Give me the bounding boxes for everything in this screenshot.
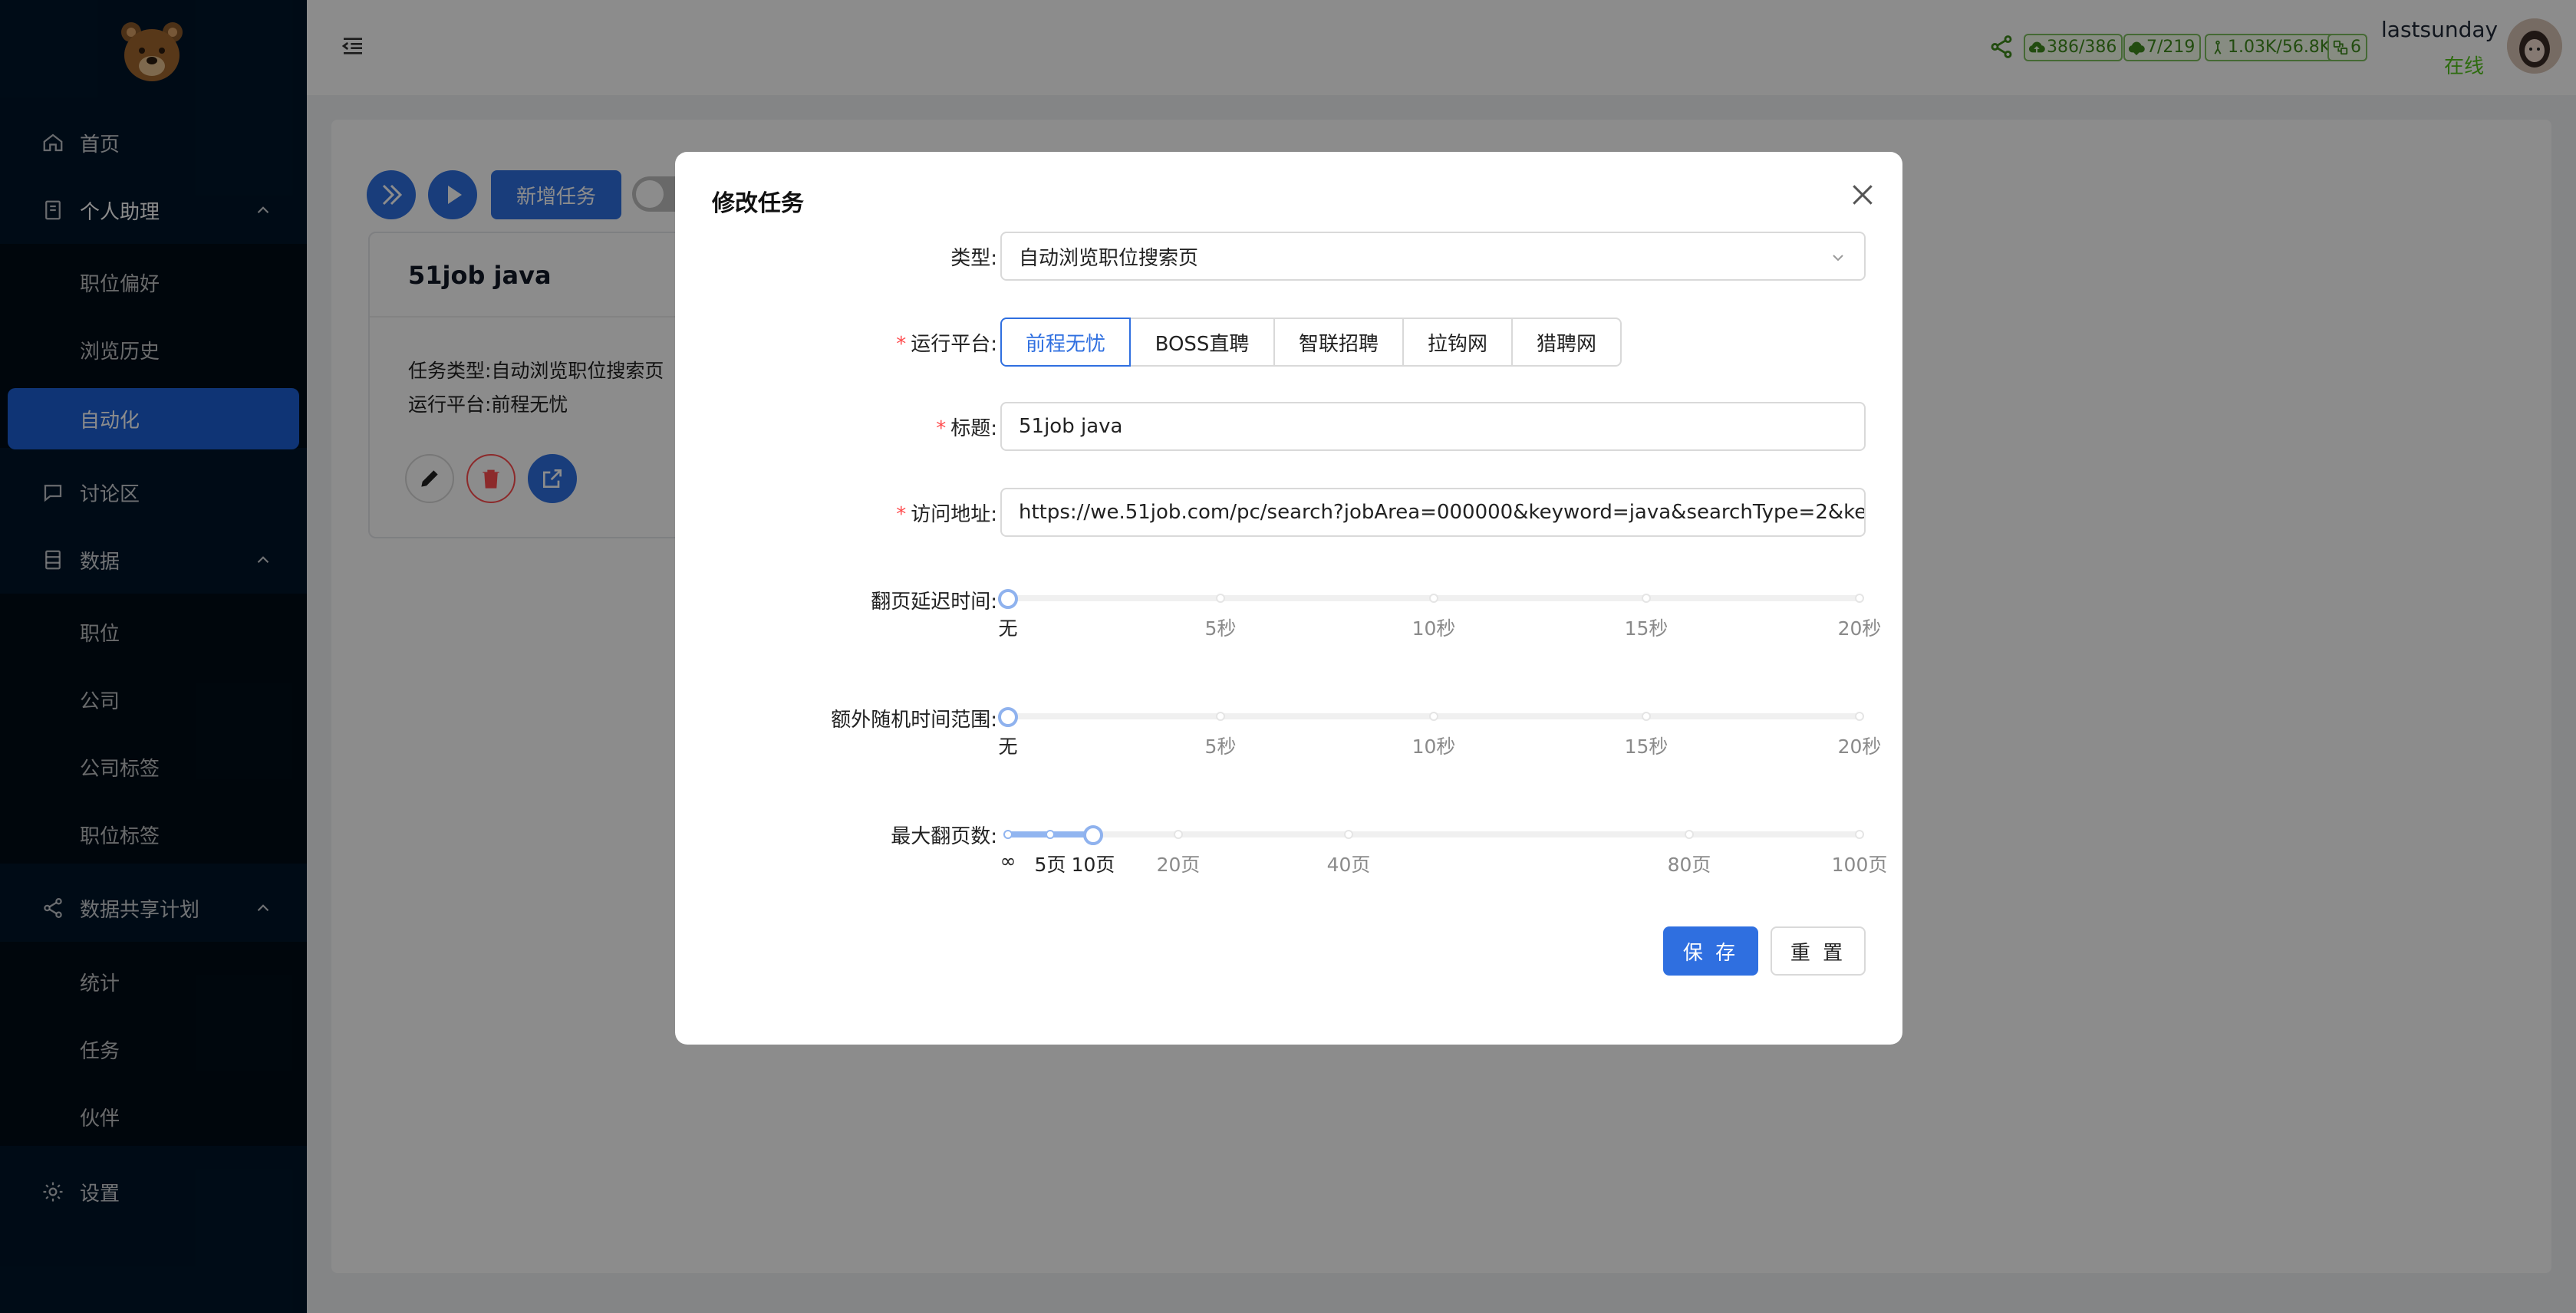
dialog-title: 修改任务 — [712, 190, 804, 217]
title-input[interactable] — [1000, 402, 1866, 451]
page-delay-slider[interactable]: 无 5秒 10秒 15秒 20秒 — [998, 589, 1881, 640]
slider-dot — [1642, 594, 1651, 603]
slider-handle[interactable] — [998, 589, 1018, 609]
platform-label: * 运行平台: — [896, 333, 997, 356]
slider-dot — [1003, 830, 1013, 839]
slider-handle[interactable] — [998, 707, 1018, 727]
platform-option-lagou[interactable]: 拉钩网 — [1402, 318, 1513, 367]
close-icon[interactable] — [1847, 179, 1878, 210]
slider-mark: 5秒 — [1204, 735, 1237, 758]
slider-mark: 无 — [998, 617, 1018, 640]
slider-mark: 20页 — [1156, 854, 1201, 876]
slider-dot — [1216, 594, 1225, 603]
platform-option-boss[interactable]: BOSS直聘 — [1129, 318, 1275, 367]
type-select-value: 自动浏览职位搜索页 — [1019, 246, 1199, 270]
slider-mark: 15秒 — [1624, 617, 1668, 640]
slider-dot — [1855, 594, 1864, 603]
max-pages-label: 最大翻页数: — [891, 825, 997, 848]
slider-mark: 10秒 — [1412, 735, 1456, 758]
url-label: * 访问地址: — [896, 503, 997, 526]
slider-mark: 20秒 — [1837, 735, 1882, 758]
slider-mark: 10页 — [1071, 854, 1115, 876]
platform-option-51job[interactable]: 前程无忧 — [1000, 318, 1131, 367]
slider-dot — [1046, 830, 1055, 839]
max-pages-slider[interactable]: ∞ 5页 10页 20页 40页 80页 100页 — [1000, 825, 1887, 876]
slider-mark: 80页 — [1667, 854, 1711, 876]
type-select[interactable]: 自动浏览职位搜索页 — [1000, 232, 1866, 281]
slider-rail — [1008, 831, 1860, 837]
edit-task-dialog: 修改任务 类型: 自动浏览职位搜索页 * 运行平台: 前程无忧 BOSS直聘 智联… — [675, 152, 1902, 1045]
platform-option-liepin[interactable]: 猎聘网 — [1511, 318, 1622, 367]
slider-dot — [1642, 712, 1651, 721]
slider-mark: 20秒 — [1837, 617, 1882, 640]
slider-dot — [1429, 594, 1438, 603]
slider-dot — [1344, 830, 1353, 839]
url-input[interactable] — [1000, 488, 1866, 537]
platform-radio-group: 前程无忧 BOSS直聘 智联招聘 拉钩网 猎聘网 — [1000, 318, 1622, 367]
title-label: * 标题: — [936, 417, 997, 440]
slider-dot — [1855, 712, 1864, 721]
slider-mark: 5秒 — [1204, 617, 1237, 640]
random-range-label: 额外随机时间范围: — [831, 709, 997, 732]
slider-mark: 无 — [998, 735, 1018, 758]
slider-mark: 5页 — [1034, 854, 1066, 876]
slider-dot — [1855, 830, 1864, 839]
slider-mark: 10秒 — [1412, 617, 1456, 640]
slider-mark: 15秒 — [1624, 735, 1668, 758]
save-button[interactable]: 保 存 — [1663, 926, 1758, 976]
slider-dot — [1216, 712, 1225, 721]
type-label: 类型: — [950, 247, 997, 270]
slider-dot — [1429, 712, 1438, 721]
reset-button[interactable]: 重 置 — [1771, 926, 1866, 976]
page-delay-label: 翻页延迟时间: — [871, 591, 997, 614]
slider-mark: 100页 — [1831, 854, 1888, 876]
slider-dot — [1685, 830, 1694, 839]
slider-handle[interactable] — [1083, 825, 1103, 845]
slider-mark: 40页 — [1326, 854, 1371, 876]
slider-dot — [1174, 830, 1183, 839]
random-range-slider[interactable]: 无 5秒 10秒 15秒 20秒 — [998, 707, 1881, 758]
chevron-down-icon — [1833, 255, 1843, 262]
platform-option-zhilian[interactable]: 智联招聘 — [1273, 318, 1404, 367]
slider-mark: ∞ — [1000, 850, 1016, 872]
